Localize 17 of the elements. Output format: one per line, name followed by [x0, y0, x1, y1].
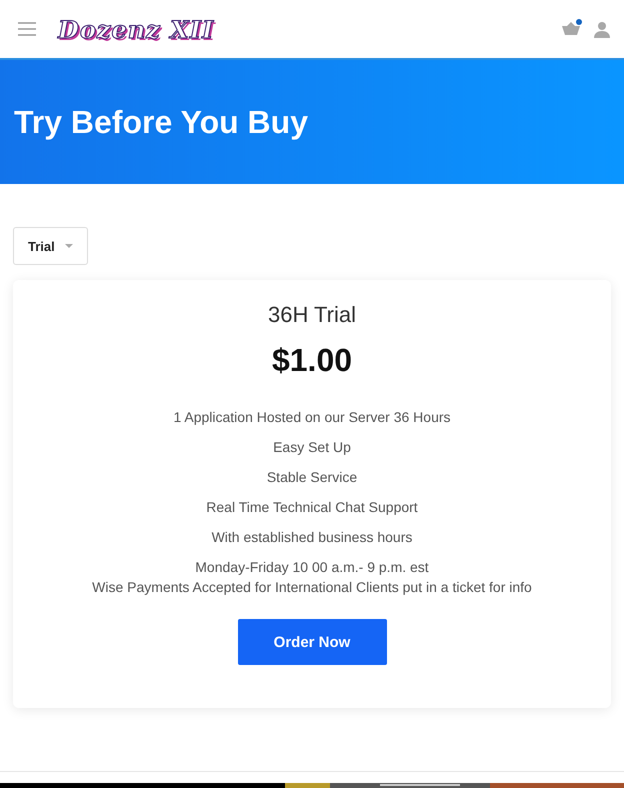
note-text: Monday-Friday 10 00 a.m.- 9 p.m. est	[195, 558, 429, 577]
feature-text: Easy Set Up	[273, 438, 351, 457]
feature-text: With established business hours	[212, 528, 412, 547]
note-text: Wise Payments Accepted for International Clients put in a ticket for info	[92, 578, 532, 597]
menu-icon[interactable]	[18, 21, 36, 37]
caret-icon	[64, 244, 73, 248]
banner-title: Try Before You Buy	[14, 104, 308, 140]
logo[interactable]: Dozenz XII	[58, 14, 214, 44]
plan-price: $1.00	[272, 342, 352, 379]
plan-dropdown[interactable]: Trial	[13, 227, 88, 265]
feature-text: Stable Service	[266, 468, 358, 487]
cart-icon[interactable]	[562, 22, 580, 36]
user-icon[interactable]	[594, 20, 610, 38]
feature-text: 1 Application Hosted on our Server 36 Hours	[173, 408, 451, 427]
order-button[interactable]: Order Now	[238, 619, 386, 665]
plan-name: 36H Trial	[268, 302, 356, 328]
feature-text: Real Time Technical Chat Support	[206, 498, 418, 517]
